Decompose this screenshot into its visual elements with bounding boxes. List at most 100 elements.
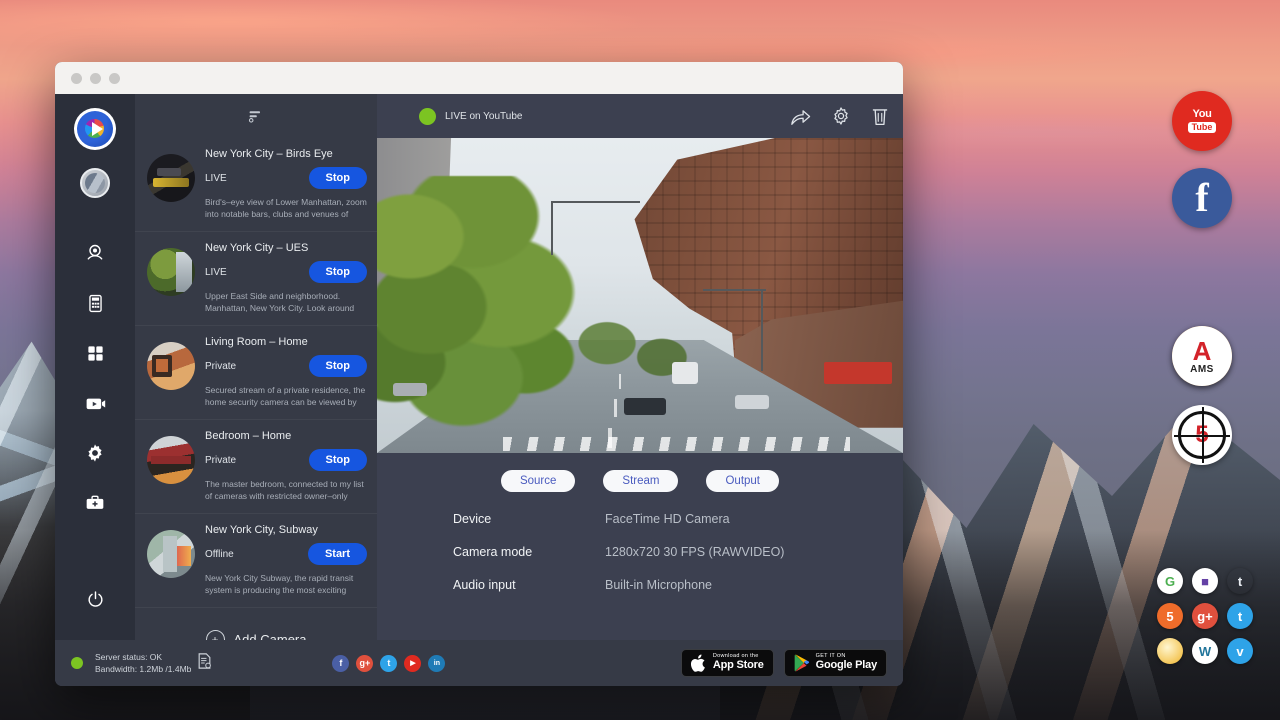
tumblr-glyph: t [1238,574,1242,589]
camera-description: Bird's–eye view of Lower Manhattan, zoom… [205,196,367,221]
camera-description: The master bedroom, connected to my list… [205,478,367,503]
camera-thumbnail [147,342,195,390]
minimize-button[interactable] [90,73,101,84]
tab-stream[interactable]: Stream [603,470,678,492]
camera-action-button[interactable]: Stop [309,167,367,189]
sidebar-item-video[interactable] [72,380,118,426]
live-status-label: LIVE on YouTube [445,111,522,122]
camera-action-button[interactable]: Stop [309,355,367,377]
twitter-icon-desktop[interactable]: t [1227,603,1253,629]
camera-action-button[interactable]: Stop [309,449,367,471]
camera-title: New York City – Birds Eye [205,148,367,160]
gplus-glyph: g+ [1197,609,1213,624]
preview-car [624,398,666,415]
close-button[interactable] [71,73,82,84]
camera-description: Secured stream of a private residence, t… [205,384,367,409]
app-logo-icon [77,111,113,147]
twitter-icon[interactable]: t [380,655,397,672]
camera-list-panel: New York City – Birds Eye LIVE Stop Bird… [135,94,377,640]
gear-icon[interactable] [831,106,851,126]
main-toolbar: LIVE on YouTube [377,94,903,138]
camera-status: LIVE [205,173,227,184]
sidebar-item-dashboard[interactable] [72,330,118,376]
youtube-launcher[interactable]: You Tube [1172,91,1232,151]
tab-source[interactable]: Source [501,470,575,492]
sidebar-item-settings[interactable] [72,430,118,476]
camera-thumbnail [147,154,195,202]
google-play-badge[interactable]: GET IT ON Google Play [784,649,887,677]
linkedin-icon[interactable]: in [428,655,445,672]
google-play-big-text: Google Play [816,660,877,672]
camera-list-item[interactable]: Living Room – Home Private Stop Secured … [135,326,377,420]
sidebar-item-support[interactable] [72,480,118,526]
adobe-ams-launcher[interactable]: A AMS [1172,326,1232,386]
preview-car [735,395,769,409]
app-logo[interactable] [74,108,116,150]
ams-label: AMS [1190,365,1214,375]
vimeo-glyph: v [1236,644,1243,659]
user-avatar[interactable] [80,168,110,198]
detail-label: Camera mode [453,545,605,559]
sidebar-item-devices[interactable] [72,280,118,326]
camera-list-item[interactable]: New York City, Subway Offline Start New … [135,514,377,608]
camera-status: Private [205,361,236,372]
sidebar-item-cameras[interactable] [72,230,118,276]
vimeo-icon[interactable]: v [1227,638,1253,664]
detail-row: Device FaceTime HD Camera [453,512,903,526]
adobe-icon: A [1193,338,1212,364]
detail-value: Built-in Microphone [605,578,712,592]
live-indicator-dot [419,108,436,125]
wordpress-glyph: W [1199,644,1211,659]
window-titlebar[interactable] [55,62,903,94]
tumblr-icon[interactable]: t [1227,568,1253,594]
add-camera-button[interactable]: + Add Camera [135,608,377,640]
apple-icon [691,654,707,673]
google-play-icon [794,654,810,672]
googleplus-icon-desktop[interactable]: g+ [1192,603,1218,629]
detail-row: Audio input Built-in Microphone [453,578,903,592]
smashcast-glyph: 5 [1166,609,1173,624]
preview-awning [824,362,892,384]
app-store-badge[interactable]: Download on the App Store [681,649,774,677]
log-document-icon[interactable] [197,653,212,674]
twitch-icon[interactable]: ■ [1192,568,1218,594]
store-badges: Download on the App Store GET IT ON Goog… [681,649,887,677]
tab-output[interactable]: Output [706,470,779,492]
g-icon[interactable]: G [1157,568,1183,594]
server-status-label: Server status: OK [95,651,191,663]
camera-list-item[interactable]: Bedroom – Home Private Stop The master b… [135,420,377,514]
trash-icon[interactable] [871,106,889,127]
detail-value: FaceTime HD Camera [605,512,730,526]
server-status-dot [71,657,83,669]
footer-social-links: f g+ t ▶ in [332,655,445,672]
source-details: Device FaceTime HD Camera Camera mode 12… [377,496,903,611]
five-target-launcher[interactable]: 5 [1172,405,1232,465]
detail-tabs: Source Stream Output [377,453,903,496]
camera-action-button[interactable]: Start [308,543,367,565]
maximize-button[interactable] [109,73,120,84]
wordpress-icon[interactable]: W [1192,638,1218,664]
preview-car [393,383,427,396]
facebook-icon[interactable]: f [332,655,349,672]
facebook-launcher[interactable]: f [1172,168,1232,228]
detail-row: Camera mode 1280x720 30 FPS (RAWVIDEO) [453,545,903,559]
gear-icon [85,443,105,463]
video-preview[interactable] [377,138,903,453]
target-icon: 5 [1178,411,1226,459]
ustream-icon[interactable] [1157,638,1183,664]
camera-list-item[interactable]: New York City – UES LIVE Stop Upper East… [135,232,377,326]
youtube-icon[interactable]: ▶ [404,655,421,672]
googleplus-icon[interactable]: g+ [356,655,373,672]
bandwidth-label: Bandwidth: 1.2Mb /1.4Mb [95,663,191,675]
camera-action-button[interactable]: Stop [309,261,367,283]
smashcast-icon[interactable]: 5 [1157,603,1183,629]
share-icon[interactable] [790,107,811,126]
sort-icon[interactable] [248,108,264,124]
camera-list-scroll[interactable]: New York City – Birds Eye LIVE Stop Bird… [135,138,377,640]
camera-description: New York City Subway, the rapid transit … [205,572,367,597]
power-icon [86,590,105,609]
twitter-glyph: t [1238,609,1242,624]
camera-list-item[interactable]: New York City – Birds Eye LIVE Stop Bird… [135,138,377,232]
sidebar-item-power[interactable] [72,576,118,622]
detail-label: Audio input [453,578,605,592]
